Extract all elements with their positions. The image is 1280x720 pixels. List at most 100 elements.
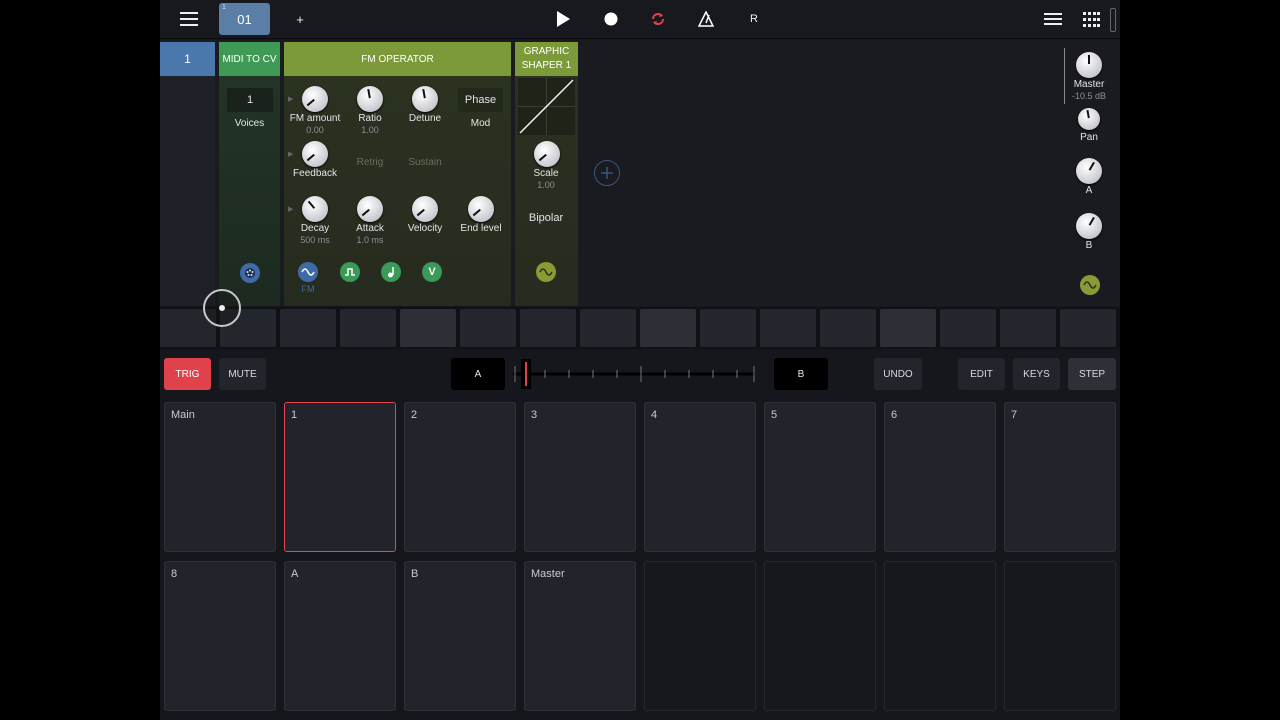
- send-a-label: A: [1085, 185, 1093, 196]
- pad-3[interactable]: 3: [524, 402, 636, 552]
- loop-icon[interactable]: [645, 0, 671, 38]
- end-level-knob[interactable]: [468, 196, 494, 222]
- pad-7[interactable]: 7: [1004, 402, 1116, 552]
- step-strip: [160, 307, 1120, 349]
- detune-label: Detune: [408, 113, 442, 124]
- record-icon[interactable]: [598, 0, 624, 38]
- mod-arrow-icon-2: ▶: [288, 151, 294, 158]
- mod-arrow-icon-3: ▶: [288, 206, 294, 213]
- pad-label: 3: [531, 409, 538, 421]
- pad-master[interactable]: Master: [524, 561, 636, 711]
- scene-crossfader[interactable]: [511, 358, 757, 390]
- velocity-knob[interactable]: [412, 196, 438, 222]
- midi-to-cv-header[interactable]: MIDI TO CV: [219, 42, 280, 76]
- pad-2[interactable]: 2: [404, 402, 516, 552]
- step-9[interactable]: [640, 309, 696, 347]
- play-icon[interactable]: [550, 0, 576, 38]
- step-7[interactable]: [520, 309, 576, 347]
- mixer-sine-icon[interactable]: [1080, 275, 1100, 295]
- attack-value: 1.0 ms: [356, 235, 384, 245]
- step-16[interactable]: [1060, 309, 1116, 347]
- keys-button[interactable]: KEYS: [1013, 358, 1060, 390]
- step-14[interactable]: [940, 309, 996, 347]
- step-11[interactable]: [760, 309, 816, 347]
- scene-b-button[interactable]: B: [774, 358, 828, 390]
- mod-label: Mod: [470, 118, 491, 129]
- pad-label: 8: [171, 568, 178, 580]
- master-knob[interactable]: [1076, 52, 1102, 78]
- pad-empty[interactable]: [884, 561, 996, 711]
- pad-8[interactable]: 8: [164, 561, 276, 711]
- attack-knob[interactable]: [357, 196, 383, 222]
- mute-button[interactable]: MUTE: [219, 358, 266, 390]
- pad-5[interactable]: 5: [764, 402, 876, 552]
- pad-label: 2: [411, 409, 418, 421]
- pad-main[interactable]: Main: [164, 402, 276, 552]
- send-b-knob[interactable]: [1076, 213, 1102, 239]
- scene-a-button[interactable]: A: [451, 358, 505, 390]
- pad-6[interactable]: 6: [884, 402, 996, 552]
- pad-b[interactable]: B: [404, 561, 516, 711]
- pan-knob[interactable]: [1078, 108, 1100, 130]
- step-8[interactable]: [580, 309, 636, 347]
- step-3[interactable]: [280, 309, 336, 347]
- graphic-shaper-header[interactable]: GRAPHIC SHAPER 1: [515, 42, 578, 76]
- step-12[interactable]: [820, 309, 876, 347]
- decay-knob[interactable]: [302, 196, 328, 222]
- sustain-label[interactable]: Sustain: [390, 157, 460, 168]
- step-4[interactable]: [340, 309, 396, 347]
- pad-4[interactable]: 4: [644, 402, 756, 552]
- feedback-label: Feedback: [293, 168, 337, 179]
- step-10[interactable]: [700, 309, 756, 347]
- undo-button[interactable]: UNDO: [874, 358, 922, 390]
- edit-button[interactable]: EDIT: [958, 358, 1005, 390]
- pan-label: Pan: [1080, 132, 1098, 143]
- step-button[interactable]: STEP: [1068, 358, 1116, 390]
- pad-empty[interactable]: [1004, 561, 1116, 711]
- velocity-mod-icon[interactable]: V: [422, 262, 442, 282]
- shaper-curve-display[interactable]: [518, 78, 575, 135]
- metronome-icon[interactable]: [693, 0, 719, 38]
- add-pattern-button[interactable]: +: [288, 0, 312, 38]
- grid-icon[interactable]: [1078, 0, 1104, 38]
- fm-sine-icon[interactable]: [298, 262, 318, 282]
- step-15[interactable]: [1000, 309, 1056, 347]
- note-icon[interactable]: [381, 262, 401, 282]
- detune-knob[interactable]: [412, 86, 438, 112]
- trig-button[interactable]: TRIG: [164, 358, 211, 390]
- track-number[interactable]: 1: [160, 42, 215, 76]
- pad-empty[interactable]: [644, 561, 756, 711]
- ratio-knob[interactable]: [357, 86, 383, 112]
- send-a-knob[interactable]: [1076, 158, 1102, 184]
- pattern-button[interactable]: 1 01: [219, 3, 270, 35]
- add-device-icon[interactable]: [594, 160, 620, 186]
- feedback-knob[interactable]: [302, 141, 328, 167]
- step-13[interactable]: [880, 309, 936, 347]
- pad-label: Main: [171, 409, 195, 421]
- r-button[interactable]: R: [742, 0, 766, 38]
- bipolar-toggle[interactable]: Bipolar: [511, 212, 581, 224]
- pad-a[interactable]: A: [284, 561, 396, 711]
- gate-icon[interactable]: [340, 262, 360, 282]
- voices-label: Voices: [234, 118, 265, 129]
- midi-icon[interactable]: [240, 263, 260, 283]
- pattern-label: 01: [237, 11, 252, 27]
- pad-label: 6: [891, 409, 898, 421]
- list-icon[interactable]: [1040, 0, 1066, 38]
- menu-icon[interactable]: [174, 0, 204, 38]
- phase-button[interactable]: Phase: [458, 88, 503, 112]
- pad-label: 4: [651, 409, 658, 421]
- scale-knob[interactable]: [534, 141, 560, 167]
- graphic-shaper-title-1: GRAPHIC: [523, 46, 570, 57]
- shaper-sine-icon[interactable]: [536, 262, 556, 282]
- pad-label: Master: [531, 568, 565, 580]
- step-6[interactable]: [460, 309, 516, 347]
- scroll-handle[interactable]: [1110, 8, 1116, 32]
- pad-label: 7: [1011, 409, 1018, 421]
- fm-operator-header[interactable]: FM OPERATOR: [284, 42, 511, 76]
- pad-empty[interactable]: [764, 561, 876, 711]
- pad-1[interactable]: 1: [284, 402, 396, 552]
- voices-value[interactable]: 1: [227, 88, 273, 112]
- step-5[interactable]: [400, 309, 456, 347]
- fm-amount-knob[interactable]: [302, 86, 328, 112]
